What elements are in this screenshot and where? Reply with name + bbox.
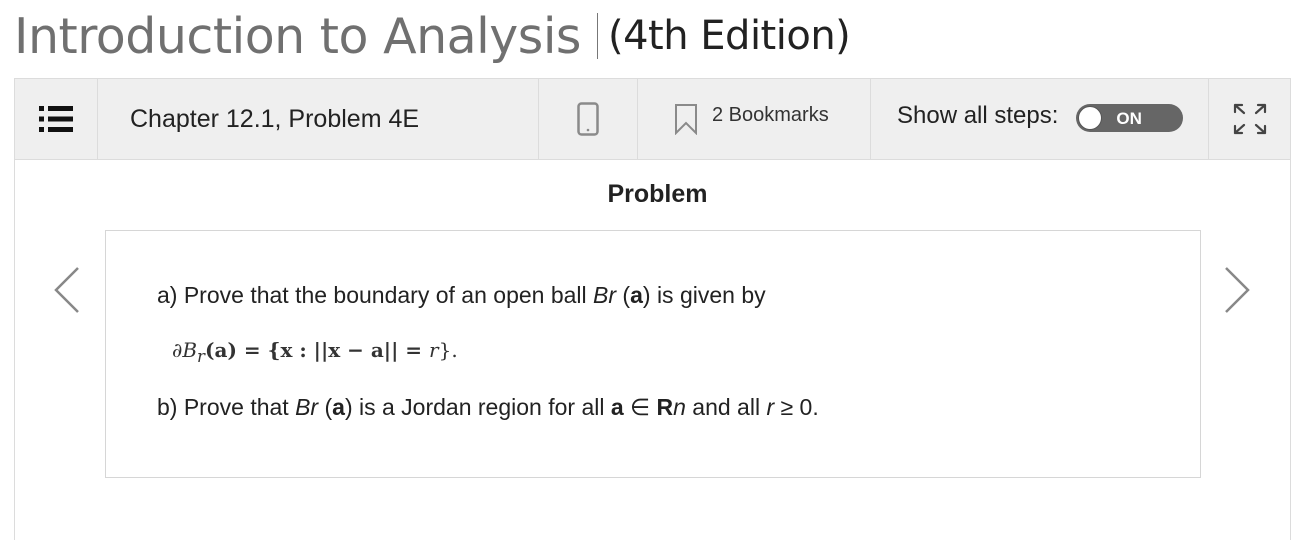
part-b-text-and: and all <box>685 394 767 420</box>
problem-part-b: b) Prove that Br (a) is a Jordan region … <box>157 394 819 421</box>
problem-part-a: a) Prove that the boundary of an open ba… <box>157 282 766 309</box>
toggle-state-label: ON <box>1116 109 1142 128</box>
bookmarks-count-label: 2 Bookmarks <box>712 103 829 126</box>
book-header: Introduction to Analysis (4th Edition) <box>14 4 851 68</box>
fullscreen-button[interactable] <box>1209 79 1290 159</box>
expand-icon <box>1233 103 1266 135</box>
book-edition: (4th Edition) <box>607 13 851 59</box>
part-b-point-symbol-2: a <box>610 394 624 420</box>
part-b-radius-symbol: r <box>766 394 775 420</box>
part-b-text: b) Prove that <box>157 394 296 420</box>
part-b-point-symbol: a <box>332 394 345 420</box>
part-b-ball-symbol: Br <box>295 394 319 420</box>
formula-subscript: r <box>197 347 206 366</box>
solution-toolbar: Chapter 12.1, Problem 4E 2 Bookmarks Sho… <box>14 78 1291 160</box>
toggle-knob <box>1078 106 1103 130</box>
part-a-text: a) Prove that the boundary of an open ba… <box>157 282 594 308</box>
bookmarks-button[interactable]: 2 Bookmarks <box>638 79 871 159</box>
bookmark-icon <box>675 104 697 135</box>
mobile-view-button[interactable] <box>539 79 638 159</box>
formula-radius: r <box>429 338 439 362</box>
part-b-text-mid: ) is a Jordan region for all <box>344 394 611 420</box>
reals-symbol: R <box>656 394 674 420</box>
element-of-symbol: ∈ <box>623 394 657 420</box>
formula-body: (a) = {x : ||x − a|| = <box>205 338 430 362</box>
part-b-text-end: ≥ 0. <box>774 394 819 420</box>
title-divider <box>596 13 598 59</box>
book-title: Introduction to Analysis <box>14 7 581 65</box>
formula-end: }. <box>438 338 458 362</box>
problem-heading: Problem <box>607 180 708 208</box>
previous-problem-button[interactable] <box>52 266 82 319</box>
chevron-right-icon <box>1225 267 1250 313</box>
show-steps-label: Show all steps: <box>897 102 1059 129</box>
part-a-text-end: ) is given by <box>642 282 766 308</box>
part-a-ball-symbol: Br <box>593 282 617 308</box>
show-steps-toggle[interactable]: ON <box>1076 104 1184 132</box>
chapter-problem-label: Chapter 12.1, Problem 4E <box>98 79 539 159</box>
part-a-point-symbol: a <box>630 282 643 308</box>
mobile-phone-icon <box>577 102 599 136</box>
show-steps-control: Show all steps: ON <box>871 79 1209 159</box>
dimension-symbol: n <box>673 394 686 420</box>
part-b-paren-open: ( <box>318 394 333 420</box>
problem-statement-box: a) Prove that the boundary of an open ba… <box>105 230 1201 478</box>
part-a-paren-open: ( <box>616 282 631 308</box>
formula-lhs: ∂B <box>172 338 198 362</box>
chevron-left-icon <box>54 267 79 313</box>
next-problem-button[interactable] <box>1222 266 1252 319</box>
menu-button[interactable] <box>15 79 98 159</box>
list-icon <box>39 106 73 132</box>
boundary-formula: ∂Br(a) = {x : ||x − a|| = r}. <box>172 338 458 366</box>
